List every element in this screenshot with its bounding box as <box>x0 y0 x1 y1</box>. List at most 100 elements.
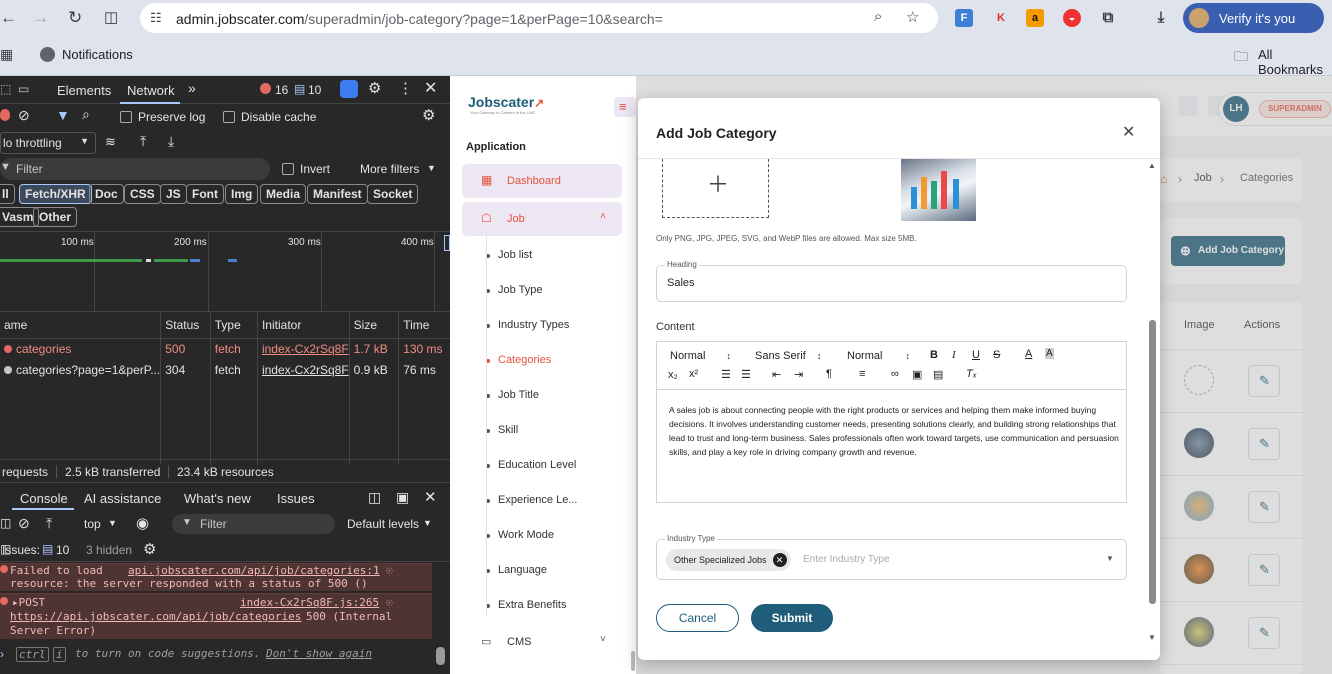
more-filters-dropdown[interactable]: More filters <box>360 162 419 176</box>
tab-network[interactable]: Network <box>127 83 175 98</box>
heading-input[interactable]: Heading Sales <box>656 260 1127 302</box>
download-har-icon[interactable]: ⤓ <box>168 133 174 150</box>
column-name[interactable]: ame <box>0 312 162 339</box>
sidebar-scrollbar[interactable] <box>631 651 635 671</box>
strikethrough-icon[interactable]: S <box>993 349 1000 361</box>
console-filter-input[interactable]: ▼ Filter <box>172 514 335 534</box>
ordered-list-icon[interactable]: ☰ <box>721 368 731 381</box>
disable-cache-checkbox[interactable] <box>223 111 235 123</box>
dock-bottom-icon[interactable]: ▣ <box>396 489 409 506</box>
logo[interactable]: Jobscater↗ <box>468 94 544 110</box>
scroll-down-icon[interactable]: ▼ <box>1148 633 1156 642</box>
all-bookmarks[interactable]: All Bookmarks <box>1258 47 1332 77</box>
modal-scrollbar[interactable] <box>1149 320 1156 604</box>
sidebar-subitem-education-level[interactable]: Education Level <box>486 459 576 471</box>
log-levels-dropdown[interactable]: Default levels <box>347 517 419 531</box>
column-time[interactable]: Time <box>398 312 450 339</box>
error-url-link[interactable]: https://api.jobscater.com/api/job/catego… <box>10 610 301 623</box>
dont-show-again-link[interactable]: Don't show again <box>266 647 372 660</box>
reload-icon[interactable]: ↻ <box>68 8 82 28</box>
profile-verify-button[interactable]: Verify it's you <box>1183 3 1324 33</box>
subscript-icon[interactable]: x₂ <box>668 369 678 381</box>
italic-icon[interactable]: I <box>952 349 956 361</box>
sidebar-item-job[interactable]: ☖ Job ˄ <box>462 202 622 236</box>
image-icon[interactable]: ▣ <box>912 368 922 381</box>
console-settings-icon[interactable]: ⚙ <box>143 540 156 558</box>
superscript-icon[interactable]: x² <box>689 368 698 380</box>
sidebar-subitem-job-type[interactable]: Job Type <box>486 284 542 296</box>
close-drawer-icon[interactable]: ✕ <box>424 488 437 506</box>
clear-icon[interactable]: ⊘ <box>18 107 30 124</box>
clear-format-icon[interactable]: Tₓ <box>966 368 977 380</box>
chip-js[interactable]: JS <box>160 184 187 204</box>
more-tabs-icon[interactable]: » <box>188 80 196 96</box>
chip-all[interactable]: ll <box>0 184 15 204</box>
sidebar-subitem-work-mode[interactable]: Work Mode <box>486 529 554 541</box>
clear-console-icon[interactable]: ⊘ <box>18 515 30 532</box>
ai-explain-icon[interactable]: ☉ <box>386 564 393 577</box>
drawer-tab-whats-new[interactable]: What's new <box>184 491 251 506</box>
sidebar-toggle-icon[interactable]: ◫ <box>0 516 11 530</box>
sidebar-item-cms[interactable]: ▭ CMS ˅ <box>462 625 622 659</box>
kebab-menu-icon[interactable]: ⋮ <box>398 79 413 97</box>
table-row[interactable]: categories 500 fetch index-Cx2rSq8F 1.7 … <box>0 338 450 359</box>
sidebar-subitem-language[interactable]: Language <box>486 564 547 576</box>
site-info-icon[interactable]: ☷ <box>150 10 162 26</box>
console-prompt[interactable]: › ctrl i to turn on code suggestions. Do… <box>0 643 450 667</box>
chip-fetch-xhr[interactable]: Fetch/XHR <box>19 184 92 204</box>
align-icon[interactable]: ≡ <box>859 368 865 380</box>
address-bar[interactable]: ☷ admin.jobscater.com/superadmin/job-cat… <box>140 3 938 33</box>
drawer-tab-ai-assistance[interactable]: AI assistance <box>84 491 161 506</box>
bookmark-star-icon[interactable]: ☆ <box>906 8 919 26</box>
apps-grid-icon[interactable]: ▦ <box>0 46 13 63</box>
network-overview-timeline[interactable]: 100 ms 200 ms 300 ms 400 ms <box>0 231 450 312</box>
filter-icon[interactable]: ▼ <box>56 107 70 123</box>
drawer-tab-issues[interactable]: Issues <box>277 491 315 506</box>
download-icon[interactable]: ⤓ <box>1152 9 1170 27</box>
sidebar-subitem-job-title[interactable]: Job Title <box>486 389 539 401</box>
back-icon[interactable]: ← <box>0 8 17 28</box>
industry-chip[interactable]: Other Specialized Jobs ✕ <box>666 549 791 571</box>
error-toggle[interactable]: ▸POST <box>12 596 45 609</box>
request-initiator-link[interactable]: index-Cx2rSq8F <box>257 359 350 380</box>
size-select[interactable]: Normal ↕ <box>670 350 731 362</box>
column-type[interactable]: Type <box>210 312 258 339</box>
error-source-link[interactable]: index-Cx2rSq8F.js:265 <box>240 596 379 609</box>
error-count[interactable]: 16 <box>275 83 288 97</box>
sidebar-subitem-categories[interactable]: Categories <box>486 354 551 366</box>
device-toggle-icon[interactable]: ▭ <box>18 82 29 96</box>
table-row[interactable]: categories?page=1&perP... 304 fetch inde… <box>0 359 450 380</box>
extensions-puzzle-icon[interactable]: ⧉ <box>1099 9 1117 27</box>
chevron-down-icon[interactable]: ▼ <box>1106 554 1114 563</box>
cancel-button[interactable]: Cancel <box>656 604 739 632</box>
sidebar-subitem-industry-types[interactable]: Industry Types <box>486 319 569 331</box>
industry-type-placeholder[interactable]: Enter Industry Type <box>803 554 890 565</box>
url-text[interactable]: admin.jobscater.com/superadmin/job-categ… <box>176 11 663 27</box>
font-select[interactable]: Sans Serif ↕ <box>755 350 821 362</box>
scroll-lock-icon[interactable]: ⤒ <box>46 515 52 532</box>
background-color-icon[interactable]: A <box>1045 348 1054 359</box>
chip-other[interactable]: Other <box>33 207 78 227</box>
close-icon[interactable]: ✕ <box>424 78 437 98</box>
context-selector[interactable]: top <box>84 517 101 531</box>
sidebar-item-dashboard[interactable]: ▦ Dashboard <box>462 164 622 198</box>
link-icon[interactable]: ∞ <box>891 368 899 380</box>
text-direction-icon[interactable]: ¶ <box>826 368 832 380</box>
request-initiator-link[interactable]: index-Cx2rSq8F <box>257 338 350 359</box>
ai-explain-icon[interactable]: ☉ <box>386 596 393 609</box>
text-color-icon[interactable]: A <box>1025 348 1032 360</box>
network-settings-icon[interactable]: ⚙ <box>422 106 435 124</box>
zoom-icon[interactable]: ⌕ <box>874 8 882 25</box>
video-icon[interactable]: ▤ <box>933 368 943 381</box>
throttling-select[interactable]: lo throttling ▼ <box>0 132 96 154</box>
sidebar-subitem-skill[interactable]: Skill <box>486 424 518 436</box>
issues-count[interactable]: 10 <box>56 543 69 557</box>
extension-amazon-icon[interactable]: a <box>1026 9 1044 27</box>
eye-icon[interactable]: ◉ <box>136 514 149 532</box>
menu-toggle-button[interactable]: ≡ <box>614 97 636 117</box>
column-status[interactable]: Status <box>160 312 211 339</box>
console-scrollbar[interactable] <box>436 647 445 665</box>
submit-button[interactable]: Submit <box>751 604 833 632</box>
chip-doc[interactable]: Doc <box>89 184 124 204</box>
invert-checkbox[interactable] <box>282 163 294 175</box>
